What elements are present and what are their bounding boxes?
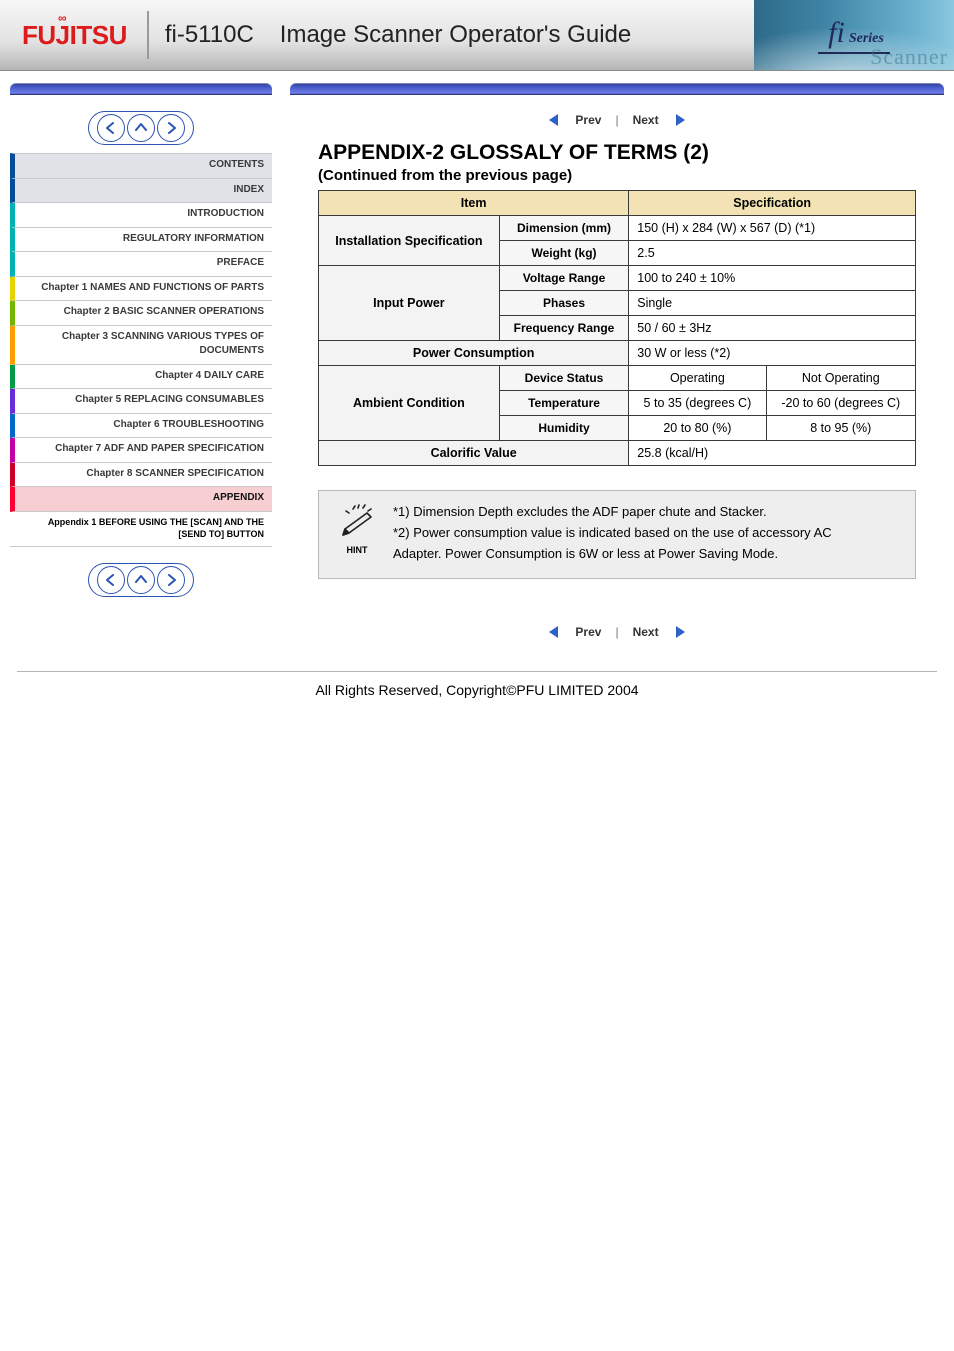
nav-up-button[interactable]: [127, 114, 155, 142]
pager-sep: |: [615, 625, 618, 639]
vertical-divider: [147, 11, 149, 59]
nav-prev-button[interactable]: [97, 114, 125, 142]
guide-title: Image Scanner Operator's Guide: [280, 21, 631, 49]
pager-prev-link[interactable]: Prev: [575, 625, 601, 639]
sidebar-item[interactable]: Chapter 4 DAILY CARE: [10, 365, 272, 390]
row-phases: Phases: [499, 291, 629, 316]
nav-pill-group: [88, 111, 194, 145]
sidebar-topbar: [10, 83, 272, 95]
section-subtitle: (Continued from the previous page): [318, 167, 916, 184]
model-number: fi-5110C: [165, 21, 254, 49]
pager-next-link[interactable]: Next: [633, 113, 659, 127]
sidebar-item[interactable]: Chapter 3 SCANNING VARIOUS TYPES OF DOCU…: [10, 326, 272, 365]
sidebar-item[interactable]: INTRODUCTION: [10, 203, 272, 228]
sidebar-item[interactable]: Chapter 2 BASIC SCANNER OPERATIONS: [10, 301, 272, 326]
row-temperature: Temperature: [499, 391, 629, 416]
val-op: Operating: [629, 366, 766, 391]
row-input-power: Input Power: [319, 266, 500, 341]
note-2: *2) Power consumption value is indicated…: [393, 524, 832, 543]
header-right-brand: fiSeries Scanner: [754, 0, 954, 70]
val-temp-notop: -20 to 60 (degrees C): [766, 391, 915, 416]
val-weight: 2.5: [629, 241, 916, 266]
scanner-script: Scanner: [870, 44, 948, 70]
pager-prev-icon[interactable]: [547, 113, 561, 127]
val-calorific: 25.8 (kcal/H): [629, 441, 916, 466]
sidebar-item[interactable]: Chapter 1 NAMES AND FUNCTIONS OF PARTS: [10, 277, 272, 302]
val-phases: Single: [629, 291, 916, 316]
val-power-cons: 30 W or less (*2): [629, 341, 916, 366]
footer-copyright: All Rights Reserved, Copyright©PFU LIMIT…: [17, 671, 937, 698]
sidebar-nav-bottom: [10, 563, 272, 597]
row-install-spec: Installation Specification: [319, 216, 500, 266]
sidebar-item[interactable]: PREFACE: [10, 252, 272, 277]
hint-label: HINT: [335, 545, 379, 555]
sidebar-item[interactable]: APPENDIX: [10, 487, 272, 512]
th-spec: Specification: [629, 191, 916, 216]
pager-prev-link[interactable]: Prev: [575, 113, 601, 127]
nav-next-button[interactable]: [157, 566, 185, 594]
pager-sep: |: [615, 113, 618, 127]
th-item: Item: [319, 191, 629, 216]
nav-next-button[interactable]: [157, 114, 185, 142]
spec-table: Item Specification Installation Specific…: [318, 190, 916, 466]
pager-top: Prev | Next: [290, 113, 944, 127]
val-freq: 50 / 60 ± 3Hz: [629, 316, 916, 341]
sidebar-item[interactable]: Chapter 6 TROUBLESHOOTING: [10, 414, 272, 439]
row-dim: Dimension (mm): [499, 216, 629, 241]
pager-next-icon[interactable]: [673, 625, 687, 639]
val-voltage: 100 to 240 ± 10%: [629, 266, 916, 291]
hint-box: HINT *1) Dimension Depth excludes the AD…: [318, 490, 916, 579]
row-voltage: Voltage Range: [499, 266, 629, 291]
fujitsu-logo: FUJITSU ∞: [22, 20, 127, 51]
pager-next-icon[interactable]: [673, 113, 687, 127]
note-2b: Adapter. Power Consumption is 6W or less…: [393, 545, 832, 564]
nav-prev-button[interactable]: [97, 566, 125, 594]
nav-pill-group-bottom: [88, 563, 194, 597]
sidebar-list: CONTENTSINDEXINTRODUCTIONREGULATORY INFO…: [10, 153, 272, 547]
sidebar-item[interactable]: CONTENTS: [10, 153, 272, 179]
sidebar-nav-top: [10, 111, 272, 145]
val-hum-notop: 8 to 95 (%): [766, 416, 915, 441]
sidebar-item[interactable]: REGULATORY INFORMATION: [10, 228, 272, 253]
hint-icon: HINT: [335, 503, 379, 555]
main-content: Prev | Next APPENDIX-2 GLOSSALY OF TERMS…: [290, 83, 944, 643]
row-device-status: Device Status: [499, 366, 629, 391]
nav-up-button[interactable]: [127, 566, 155, 594]
infinity-icon: ∞: [58, 11, 66, 25]
hint-text: *1) Dimension Depth excludes the ADF pap…: [393, 503, 832, 566]
pager-prev-icon[interactable]: [547, 625, 561, 639]
val-hum-op: 20 to 80 (%): [629, 416, 766, 441]
val-temp-op: 5 to 35 (degrees C): [629, 391, 766, 416]
sidebar: CONTENTSINDEXINTRODUCTIONREGULATORY INFO…: [10, 83, 272, 605]
val-notop: Not Operating: [766, 366, 915, 391]
val-dim: 150 (H) x 284 (W) x 567 (D) (*1): [629, 216, 916, 241]
sidebar-item[interactable]: Chapter 5 REPLACING CONSUMABLES: [10, 389, 272, 414]
sidebar-item[interactable]: Chapter 8 SCANNER SPECIFICATION: [10, 463, 272, 488]
sidebar-item[interactable]: Chapter 7 ADF AND PAPER SPECIFICATION: [10, 438, 272, 463]
header: FUJITSU ∞ fi-5110C Image Scanner Operato…: [0, 0, 954, 71]
section-title: APPENDIX-2 GLOSSALY OF TERMS (2): [318, 141, 916, 165]
row-ambient: Ambient Condition: [319, 366, 500, 441]
row-weight: Weight (kg): [499, 241, 629, 266]
sidebar-sub-item[interactable]: Appendix 1 BEFORE USING THE [SCAN] AND T…: [10, 512, 272, 547]
row-power-cons: Power Consumption: [319, 341, 629, 366]
main-topbar: [290, 83, 944, 95]
note-1: *1) Dimension Depth excludes the ADF pap…: [393, 503, 832, 522]
pager-next-link[interactable]: Next: [633, 625, 659, 639]
row-humidity: Humidity: [499, 416, 629, 441]
row-calorific: Calorific Value: [319, 441, 629, 466]
row-freq: Frequency Range: [499, 316, 629, 341]
pager-bottom: Prev | Next: [290, 625, 944, 639]
sidebar-item[interactable]: INDEX: [10, 179, 272, 204]
